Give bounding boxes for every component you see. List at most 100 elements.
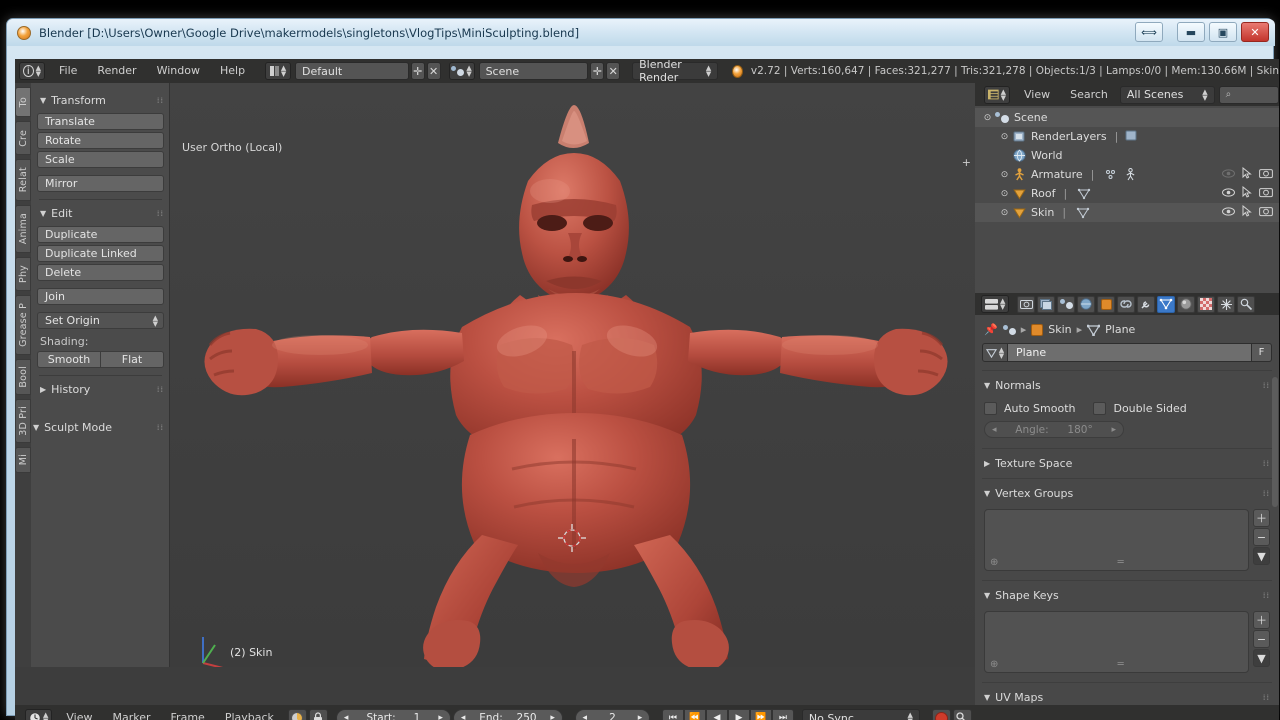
scene-field[interactable]: Scene	[478, 62, 589, 80]
tool-tab-bool[interactable]: Bool	[15, 359, 31, 395]
editor-type-selector-info[interactable]: i ▲ ▼	[19, 62, 45, 80]
add-screen-button[interactable]: ✛	[410, 62, 425, 80]
timeline-menu-playback[interactable]: Playback	[215, 706, 284, 720]
outliner-expander[interactable]: ⊙	[998, 170, 1011, 180]
properties-tab-physics[interactable]	[1237, 295, 1256, 313]
double-sided-checkbox[interactable]: Double Sided	[1093, 402, 1187, 415]
join-button[interactable]: Join	[37, 288, 164, 305]
tool-tab-create[interactable]: Cre	[15, 121, 31, 155]
window-maximize-button[interactable]: ▣	[1209, 22, 1237, 42]
scale-button[interactable]: Scale	[37, 151, 164, 168]
outliner-expander[interactable]: ⊙	[981, 113, 994, 123]
play-reverse-button[interactable]: ◀	[705, 708, 728, 720]
window-help-button[interactable]: ⟺	[1135, 22, 1163, 42]
screen-layout-icon[interactable]: ▲ ▼	[265, 62, 292, 80]
outliner-row[interactable]: ⊙ Armature |	[975, 165, 1279, 184]
outliner-row[interactable]: ⊙ Roof |	[975, 184, 1279, 203]
properties-tab-modifiers[interactable]	[1137, 295, 1156, 313]
panel-header-texture-space[interactable]: ▶ Texture Space ⁞⁞	[982, 453, 1272, 474]
panel-header-history[interactable]: ▶ History ⁞⁞	[40, 383, 164, 396]
window-minimize-button[interactable]: ▬	[1177, 22, 1205, 42]
restrict-select-icon[interactable]	[1242, 166, 1252, 182]
auto-smooth-checkbox[interactable]: Auto Smooth	[984, 402, 1075, 415]
screen-layout-field[interactable]: Default	[295, 62, 409, 80]
fake-user-button[interactable]: F	[1252, 343, 1272, 362]
restrict-view-icon[interactable]	[1222, 206, 1235, 219]
mirror-button[interactable]: Mirror	[37, 175, 164, 192]
3d-model-skin[interactable]	[170, 83, 975, 667]
tool-tab-misc[interactable]: Mi	[15, 447, 31, 473]
timeline-menu-frame[interactable]: Frame	[161, 706, 215, 720]
jump-to-end-button[interactable]: ⏭	[771, 708, 794, 720]
rotate-button[interactable]: Rotate	[37, 132, 164, 149]
translate-button[interactable]: Translate	[37, 113, 164, 130]
panel-header-normals[interactable]: ▼ Normals ⁞⁞	[982, 375, 1272, 396]
vertex-group-specials-button[interactable]: ▼	[1253, 547, 1270, 565]
properties-tab-constraints[interactable]	[1117, 295, 1136, 313]
add-vertex-group-button[interactable]: ＋	[1253, 509, 1270, 527]
properties-tab-scene[interactable]	[1057, 295, 1076, 313]
viewport-panel-toggle[interactable]: +	[962, 156, 971, 169]
set-origin-dropdown[interactable]: Set Origin ▲ ▼	[37, 312, 164, 329]
remove-shape-key-button[interactable]: −	[1253, 630, 1270, 648]
end-frame-field[interactable]: ◂ End: 250 ▸	[452, 709, 563, 720]
shape-key-specials-button[interactable]: ▼	[1253, 649, 1270, 667]
outliner-row-label[interactable]: Scene	[1014, 111, 1048, 124]
outliner-expander[interactable]: ⊙	[998, 189, 1011, 199]
auto-keyframe-button[interactable]	[931, 708, 951, 720]
outliner-row[interactable]: ⊙ RenderLayers |	[975, 127, 1279, 146]
properties-tab-render-layers[interactable]	[1037, 295, 1056, 313]
shade-smooth-button[interactable]: Smooth	[37, 351, 100, 368]
tool-tab-physics[interactable]: Phy	[15, 257, 31, 291]
outliner-row[interactable]: World	[975, 146, 1279, 165]
panel-header-edit[interactable]: ▼ Edit ⁞⁞	[40, 207, 164, 220]
tool-tab-3d-print[interactable]: 3D Pri	[15, 399, 31, 443]
expand-icon[interactable]: ⊕	[990, 557, 998, 568]
outliner-row-label[interactable]: RenderLayers	[1031, 130, 1107, 143]
expand-icon[interactable]: ⊕	[990, 659, 998, 670]
menu-window[interactable]: Window	[147, 59, 210, 83]
delete-screen-button[interactable]: ✕	[426, 62, 441, 80]
window-close-button[interactable]: ✕	[1241, 22, 1269, 42]
restrict-render-icon[interactable]	[1259, 168, 1273, 182]
properties-tab-particles[interactable]	[1217, 295, 1236, 313]
editor-type-selector-properties[interactable]: ▲ ▼	[981, 295, 1010, 313]
outliner[interactable]: ⊙ Scene ⊙ RenderLayers | World ⊙ Armature | ⊙ Ro…	[975, 106, 1279, 293]
duplicate-linked-button[interactable]: Duplicate Linked	[37, 245, 164, 262]
tool-tab-animation[interactable]: Anima	[15, 205, 31, 253]
properties-tab-material[interactable]	[1177, 295, 1196, 313]
editor-type-selector-timeline[interactable]: ▲▼	[25, 709, 53, 720]
resize-grip-icon[interactable]: ═	[1118, 557, 1124, 568]
sync-mode-select[interactable]: No Sync ▲▼	[801, 709, 920, 720]
restrict-view-icon[interactable]	[1222, 187, 1235, 200]
auto-smooth-angle-slider[interactable]: ◂ Angle: 180° ▸	[984, 421, 1124, 438]
add-scene-button[interactable]: ✛	[590, 62, 605, 80]
panel-header-vertex-groups[interactable]: ▼ Vertex Groups ⁞⁞	[982, 483, 1272, 504]
duplicate-button[interactable]: Duplicate	[37, 226, 164, 243]
add-shape-key-button[interactable]: ＋	[1253, 611, 1270, 629]
outliner-menu-search[interactable]: Search	[1060, 83, 1118, 107]
properties-tab-object-data[interactable]	[1157, 295, 1176, 313]
play-button[interactable]: ▶	[727, 708, 750, 720]
outliner-row[interactable]: ⊙ Scene	[975, 108, 1279, 127]
jump-forward-keyframe-button[interactable]: ⏩	[749, 708, 772, 720]
use-preview-range-button[interactable]	[287, 708, 307, 720]
start-frame-field[interactable]: ◂ Start: 1 ▸	[335, 709, 451, 720]
lock-time-button[interactable]	[308, 708, 328, 720]
outliner-row-label[interactable]: Skin	[1031, 206, 1054, 219]
editor-type-selector-outliner[interactable]: ▲ ▼	[984, 85, 1010, 104]
menu-file[interactable]: File	[49, 59, 87, 83]
outliner-row-label[interactable]: World	[1031, 149, 1063, 162]
menu-help[interactable]: Help	[210, 59, 255, 83]
resize-grip-icon[interactable]: ═	[1118, 659, 1124, 670]
outliner-display-mode-select[interactable]: All Scenes ▲ ▼	[1119, 85, 1215, 104]
outliner-expander[interactable]: ⊙	[998, 208, 1011, 218]
restrict-select-icon[interactable]	[1242, 204, 1252, 220]
panel-header-sculpt-mode[interactable]: ▼ Sculpt Mode ⁞⁞	[33, 421, 164, 434]
timeline-menu-marker[interactable]: Marker	[103, 706, 161, 720]
properties-scrollbar[interactable]	[1272, 377, 1278, 507]
restrict-select-icon[interactable]	[1242, 185, 1252, 201]
tool-tab-grease-pencil[interactable]: Grease P	[15, 295, 31, 355]
jump-to-start-button[interactable]: ⏮	[661, 708, 684, 720]
outliner-search-input[interactable]: ⌕	[1218, 85, 1279, 104]
